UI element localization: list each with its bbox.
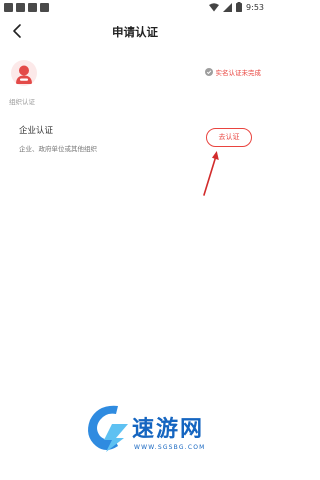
- go-auth-button[interactable]: 去认证: [206, 128, 252, 147]
- battery-icon: [236, 2, 243, 12]
- watermark-brand: 速游网: [132, 417, 205, 442]
- annotation-arrow-icon: [203, 151, 219, 196]
- info-icon: [204, 68, 213, 76]
- organization-avatar: [11, 60, 37, 86]
- watermark: 速游网 WWW.SGSBG.COM: [84, 402, 254, 462]
- notification-icon: [28, 3, 37, 12]
- organization-label: 组织认证: [9, 98, 35, 106]
- page-title: 申请认证: [112, 25, 158, 39]
- wifi-icon: [209, 2, 220, 11]
- auth-status-text: 实名认证未完成: [215, 69, 262, 77]
- notification-icon: [16, 3, 25, 12]
- enterprise-auth-title: 企业认证: [19, 126, 54, 136]
- watermark-logo-icon: [88, 405, 128, 452]
- status-time: 9:53: [246, 2, 264, 12]
- notification-icon: [40, 3, 49, 12]
- enterprise-auth-description: 企业、政府单位或其他组织: [19, 145, 97, 153]
- status-bar: 9:53: [0, 0, 270, 14]
- signal-icon: [223, 2, 233, 12]
- auth-status: 实名认证未完成: [204, 67, 262, 77]
- nav-bar: 申请认证: [0, 14, 270, 48]
- user-icon: [16, 65, 32, 84]
- watermark-url: WWW.SGSBG.COM: [134, 444, 206, 451]
- notification-icon: [4, 3, 13, 12]
